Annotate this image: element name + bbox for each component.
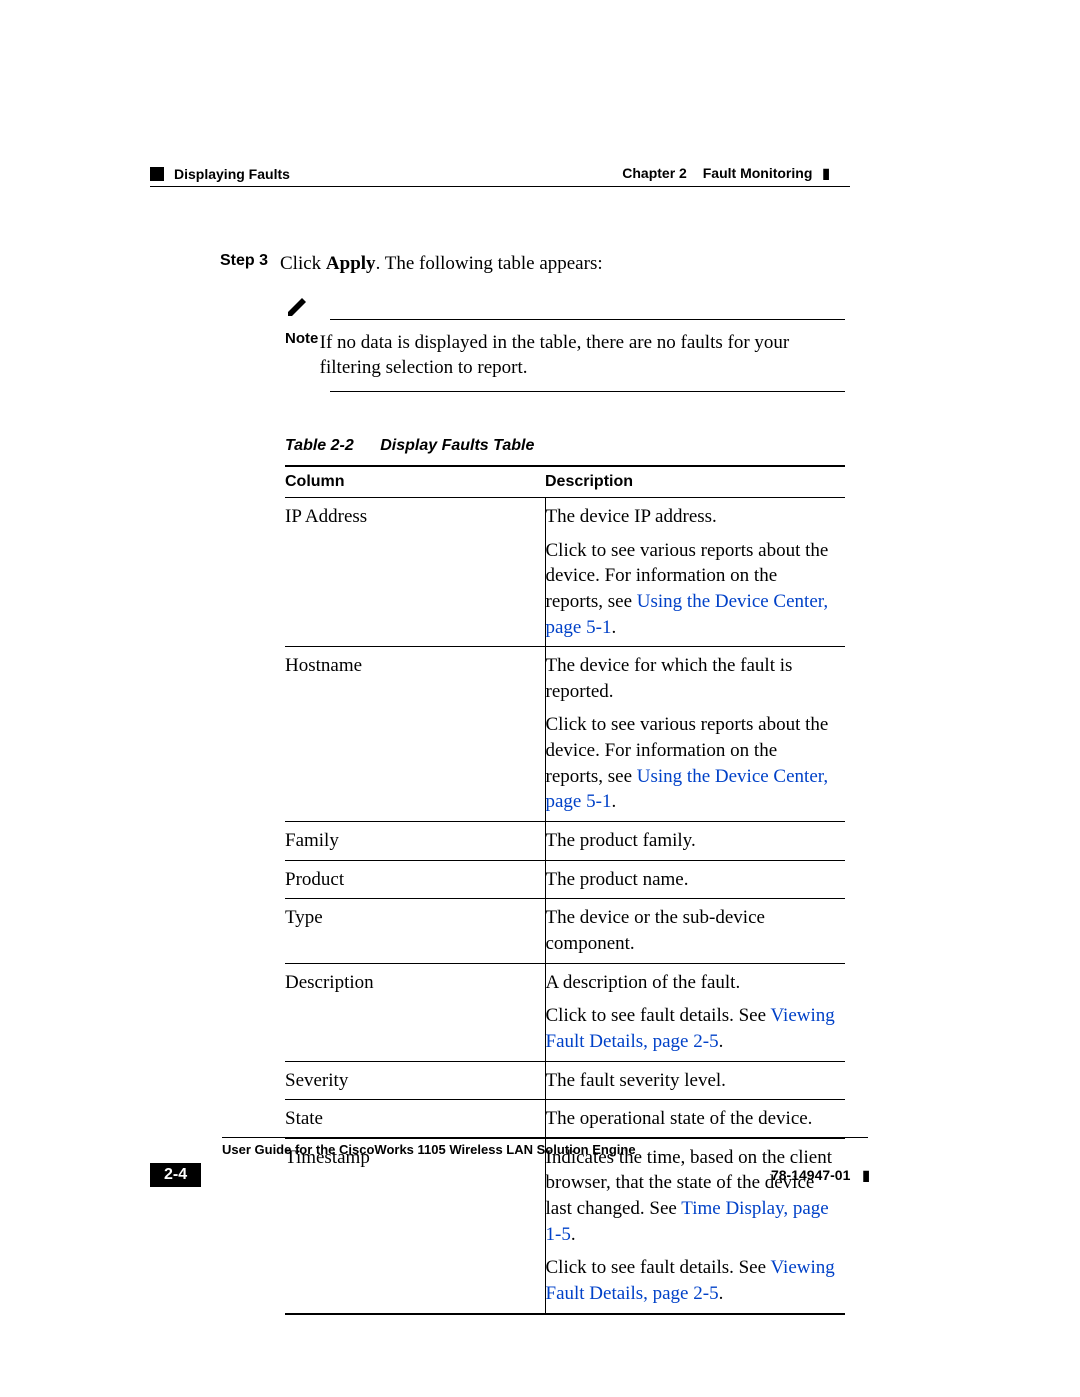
pencil-icon	[285, 295, 310, 324]
desc-text: The product name.	[546, 869, 689, 890]
cell-description: The device for which the fault is report…	[545, 647, 845, 822]
header-marker-icon	[150, 167, 164, 181]
page-footer: User Guide for the CiscoWorks 1105 Wirel…	[150, 1137, 870, 1187]
desc-text-after: .	[719, 1283, 724, 1304]
desc-text-after: .	[611, 791, 616, 812]
chapter-label: Chapter 2	[622, 165, 687, 181]
table-title: Display Faults Table	[380, 437, 534, 454]
desc-text: A description of the fault.	[546, 972, 741, 993]
desc-text: Click to see fault details. See	[546, 1005, 771, 1026]
desc-paragraph: The product family.	[546, 828, 838, 854]
table-row: HostnameThe device for which the fault i…	[285, 647, 845, 822]
footer-sep-icon: ▮	[862, 1167, 870, 1183]
step-text-bold: Apply	[326, 253, 376, 274]
page-number: 2-4	[150, 1163, 201, 1187]
table-row: IP AddressThe device IP address. Click to…	[285, 497, 845, 646]
footer-rule	[222, 1137, 868, 1138]
desc-text-after: .	[611, 617, 616, 638]
desc-paragraph: Click to see fault details. See Viewing …	[546, 1255, 838, 1306]
cell-column: Severity	[285, 1061, 545, 1100]
note-top-rule	[330, 319, 845, 320]
desc-text-after: .	[719, 1031, 724, 1052]
note-block: Note If no data is displayed in the tabl…	[285, 295, 845, 392]
footer-guide-title: User Guide for the CiscoWorks 1105 Wirel…	[222, 1142, 870, 1157]
note-label: Note	[285, 330, 320, 381]
desc-text-after: .	[571, 1224, 576, 1245]
table-row: ProductThe product name.	[285, 860, 845, 899]
header-rule	[150, 186, 850, 187]
cell-description: The device or the sub-device component.	[545, 899, 845, 963]
cell-column: Family	[285, 822, 545, 861]
desc-paragraph: The product name.	[546, 867, 838, 893]
step-label: Step 3	[220, 252, 280, 277]
cell-description: A description of the fault. Click to see …	[545, 963, 845, 1061]
table-row: SeverityThe fault severity level.	[285, 1061, 845, 1100]
note-text: If no data is displayed in the table, th…	[320, 330, 845, 381]
step-block: Step 3 Click Apply. The following table …	[220, 252, 950, 277]
desc-text: The device IP address.	[546, 506, 717, 527]
note-bottom-rule	[330, 391, 845, 392]
header-right: Chapter 2 Fault Monitoring ▮	[622, 165, 950, 182]
step-text-pre: Click	[280, 253, 326, 274]
header-section: Displaying Faults	[174, 166, 290, 182]
desc-text: The device for which the fault is report…	[546, 655, 793, 702]
desc-text: The device or the sub-device component.	[546, 907, 765, 954]
desc-paragraph: The device or the sub-device component.	[546, 905, 838, 956]
th-description: Description	[545, 466, 845, 498]
header-left: Displaying Faults	[150, 166, 290, 182]
doc-number-text: 78-14947-01	[771, 1167, 850, 1183]
desc-paragraph: Click to see various reports about the d…	[546, 538, 838, 641]
table-id: Table 2-2	[285, 437, 354, 454]
header-sep-icon: ▮	[822, 165, 830, 181]
desc-text: The fault severity level.	[546, 1070, 726, 1091]
desc-paragraph: The device IP address.	[546, 504, 838, 530]
desc-text: The product family.	[546, 830, 696, 851]
cell-column: Hostname	[285, 647, 545, 822]
cell-description: The device IP address. Click to see vario…	[545, 497, 845, 646]
desc-paragraph: The fault severity level.	[546, 1068, 838, 1094]
desc-paragraph: The device for which the fault is report…	[546, 653, 838, 704]
cell-description: The operational state of the device.	[545, 1100, 845, 1139]
table-row: TypeThe device or the sub-device compone…	[285, 899, 845, 963]
cell-column: Type	[285, 899, 545, 963]
cell-description: The fault severity level.	[545, 1061, 845, 1100]
cell-column: Product	[285, 860, 545, 899]
desc-paragraph: Click to see fault details. See Viewing …	[546, 1003, 838, 1054]
desc-text: Click to see fault details. See	[546, 1257, 771, 1278]
cell-description: The product family.	[545, 822, 845, 861]
th-column: Column	[285, 466, 545, 498]
page-header: Displaying Faults Chapter 2 Fault Monito…	[150, 165, 950, 182]
faults-table: Column Description IP AddressThe device …	[285, 465, 845, 1315]
doc-number: 78-14947-01 ▮	[771, 1167, 870, 1184]
step-text: Click Apply. The following table appears…	[280, 252, 603, 277]
cell-column: IP Address	[285, 497, 545, 646]
table-row: FamilyThe product family.	[285, 822, 845, 861]
cell-description: The product name.	[545, 860, 845, 899]
desc-paragraph: A description of the fault.	[546, 970, 838, 996]
chapter-title: Fault Monitoring	[703, 165, 813, 181]
desc-paragraph: Click to see various reports about the d…	[546, 712, 838, 815]
cell-column: Description	[285, 963, 545, 1061]
step-text-post: . The following table appears:	[376, 253, 603, 274]
cell-column: State	[285, 1100, 545, 1139]
desc-text: The operational state of the device.	[546, 1108, 813, 1129]
table-row: StateThe operational state of the device…	[285, 1100, 845, 1139]
table-caption: Table 2-2 Display Faults Table	[285, 437, 950, 455]
table-row: DescriptionA description of the fault. Cl…	[285, 963, 845, 1061]
desc-paragraph: The operational state of the device.	[546, 1106, 838, 1132]
